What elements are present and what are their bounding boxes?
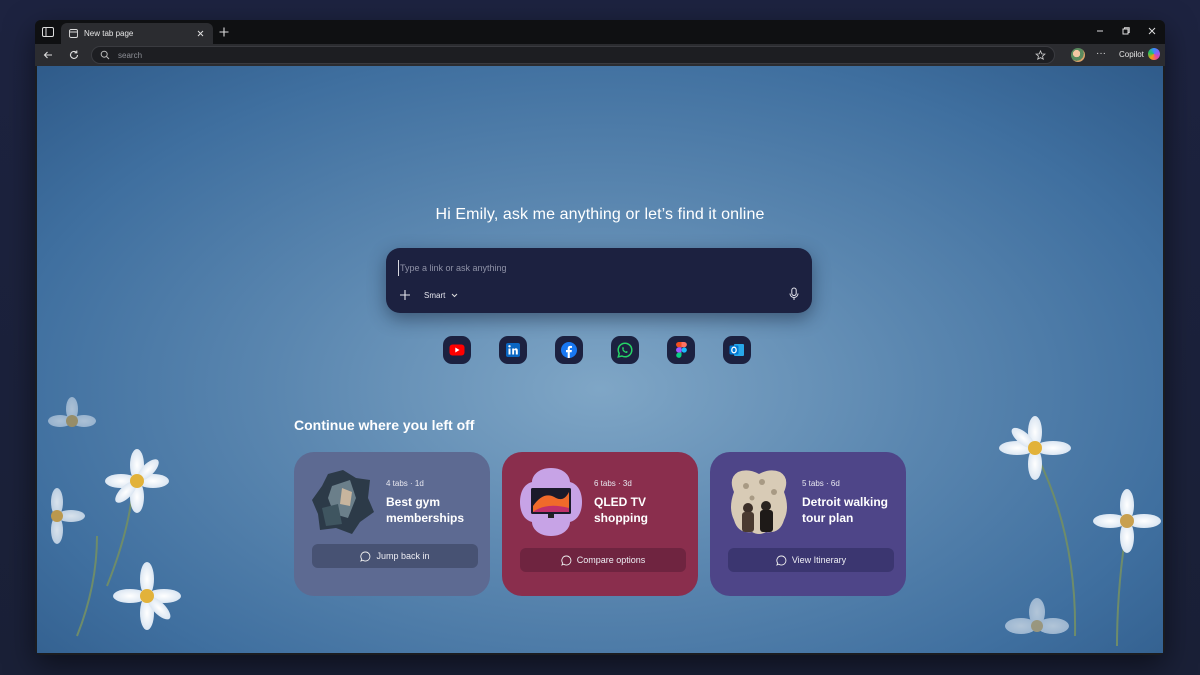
continue-card-detroit[interactable]: 5 tabs · 6d Detroit walking tour plan Vi… (710, 452, 906, 596)
quick-link-outlook[interactable] (723, 336, 751, 364)
card-meta: 4 tabs · 1d (386, 479, 424, 488)
copilot-label: Copilot (1119, 49, 1144, 59)
new-tab-icon[interactable] (218, 26, 230, 38)
chevron-down-icon (451, 293, 458, 297)
tab-new-tab-page[interactable]: New tab page (61, 23, 213, 44)
quick-link-facebook[interactable] (555, 336, 583, 364)
card-title: Best gym memberships (386, 495, 465, 525)
close-window-icon[interactable] (1147, 26, 1157, 36)
chat-bubble-icon (776, 555, 787, 566)
tab-label: New tab page (84, 29, 134, 38)
card-title: QLED TV shopping (594, 495, 648, 525)
card-action-label: Compare options (576, 555, 646, 565)
outlook-icon (729, 344, 744, 356)
minimize-icon[interactable] (1095, 26, 1105, 36)
more-options-icon[interactable]: ··· (1095, 49, 1107, 61)
restore-icon[interactable] (1121, 26, 1131, 36)
add-attachment-icon[interactable] (398, 288, 412, 302)
view-itinerary-button[interactable]: View Itinerary (728, 548, 894, 572)
add-favorite-icon[interactable] (1035, 49, 1046, 61)
quick-link-linkedin[interactable] (499, 336, 527, 364)
continue-card-tv[interactable]: 6 tabs · 3d QLED TV shopping Compare opt… (502, 452, 698, 596)
continue-section-title: Continue where you left off (294, 417, 475, 433)
quick-link-figma[interactable] (667, 336, 695, 364)
search-input[interactable] (398, 260, 778, 276)
microphone-icon[interactable] (788, 287, 800, 301)
copilot-icon (1147, 48, 1160, 60)
compare-options-button[interactable]: Compare options (520, 548, 686, 572)
figma-icon (675, 342, 687, 358)
gym-thumbnail-image (312, 470, 374, 534)
daisy-flowers-left-image (48, 397, 181, 637)
page-icon (69, 29, 78, 38)
search-icon (100, 50, 110, 60)
address-bar[interactable]: search (91, 46, 1055, 64)
chat-bubble-icon (560, 555, 572, 566)
quick-links (443, 336, 751, 364)
quick-link-youtube[interactable] (443, 336, 471, 364)
card-title: Detroit walking tour plan (802, 495, 889, 525)
close-tab-icon[interactable] (196, 29, 205, 38)
daisy-flowers-right-image (999, 416, 1161, 647)
tv-thumbnail-image (520, 468, 582, 536)
mode-selector[interactable]: Smart (424, 287, 458, 303)
card-action-label: Jump back in (376, 551, 430, 561)
card-meta: 5 tabs · 6d (802, 479, 840, 488)
copilot-button[interactable]: Copilot (1119, 48, 1160, 60)
youtube-icon (449, 344, 465, 356)
facebook-icon (561, 342, 577, 358)
card-meta: 6 tabs · 3d (594, 479, 632, 488)
tab-bar: New tab page (35, 20, 1165, 44)
new-tab-page: Hi Emily, ask me anything or let’s find … (37, 66, 1163, 653)
sidebar-toggle-icon[interactable] (41, 25, 55, 39)
card-action-label: View Itinerary (791, 555, 847, 565)
continue-card-gym[interactable]: 4 tabs · 1d Best gym memberships Jump ba… (294, 452, 490, 596)
refresh-icon[interactable] (68, 49, 80, 61)
jump-back-in-button[interactable]: Jump back in (312, 544, 478, 568)
browser-window: New tab page search ··· Copilot Hi Emily… (35, 20, 1165, 655)
chat-bubble-icon (360, 551, 371, 562)
toolbar: search ··· Copilot (35, 44, 1165, 66)
whatsapp-icon (617, 342, 633, 358)
detroit-thumbnail-image (731, 470, 787, 534)
linkedin-icon (506, 343, 520, 357)
quick-link-whatsapp[interactable] (611, 336, 639, 364)
mode-label: Smart (424, 290, 446, 300)
profile-avatar[interactable] (1071, 48, 1085, 62)
back-icon[interactable] (42, 49, 54, 61)
address-bar-placeholder: search (118, 50, 143, 60)
copilot-search-box: Smart (386, 248, 812, 313)
greeting-heading: Hi Emily, ask me anything or let’s find … (435, 206, 765, 223)
